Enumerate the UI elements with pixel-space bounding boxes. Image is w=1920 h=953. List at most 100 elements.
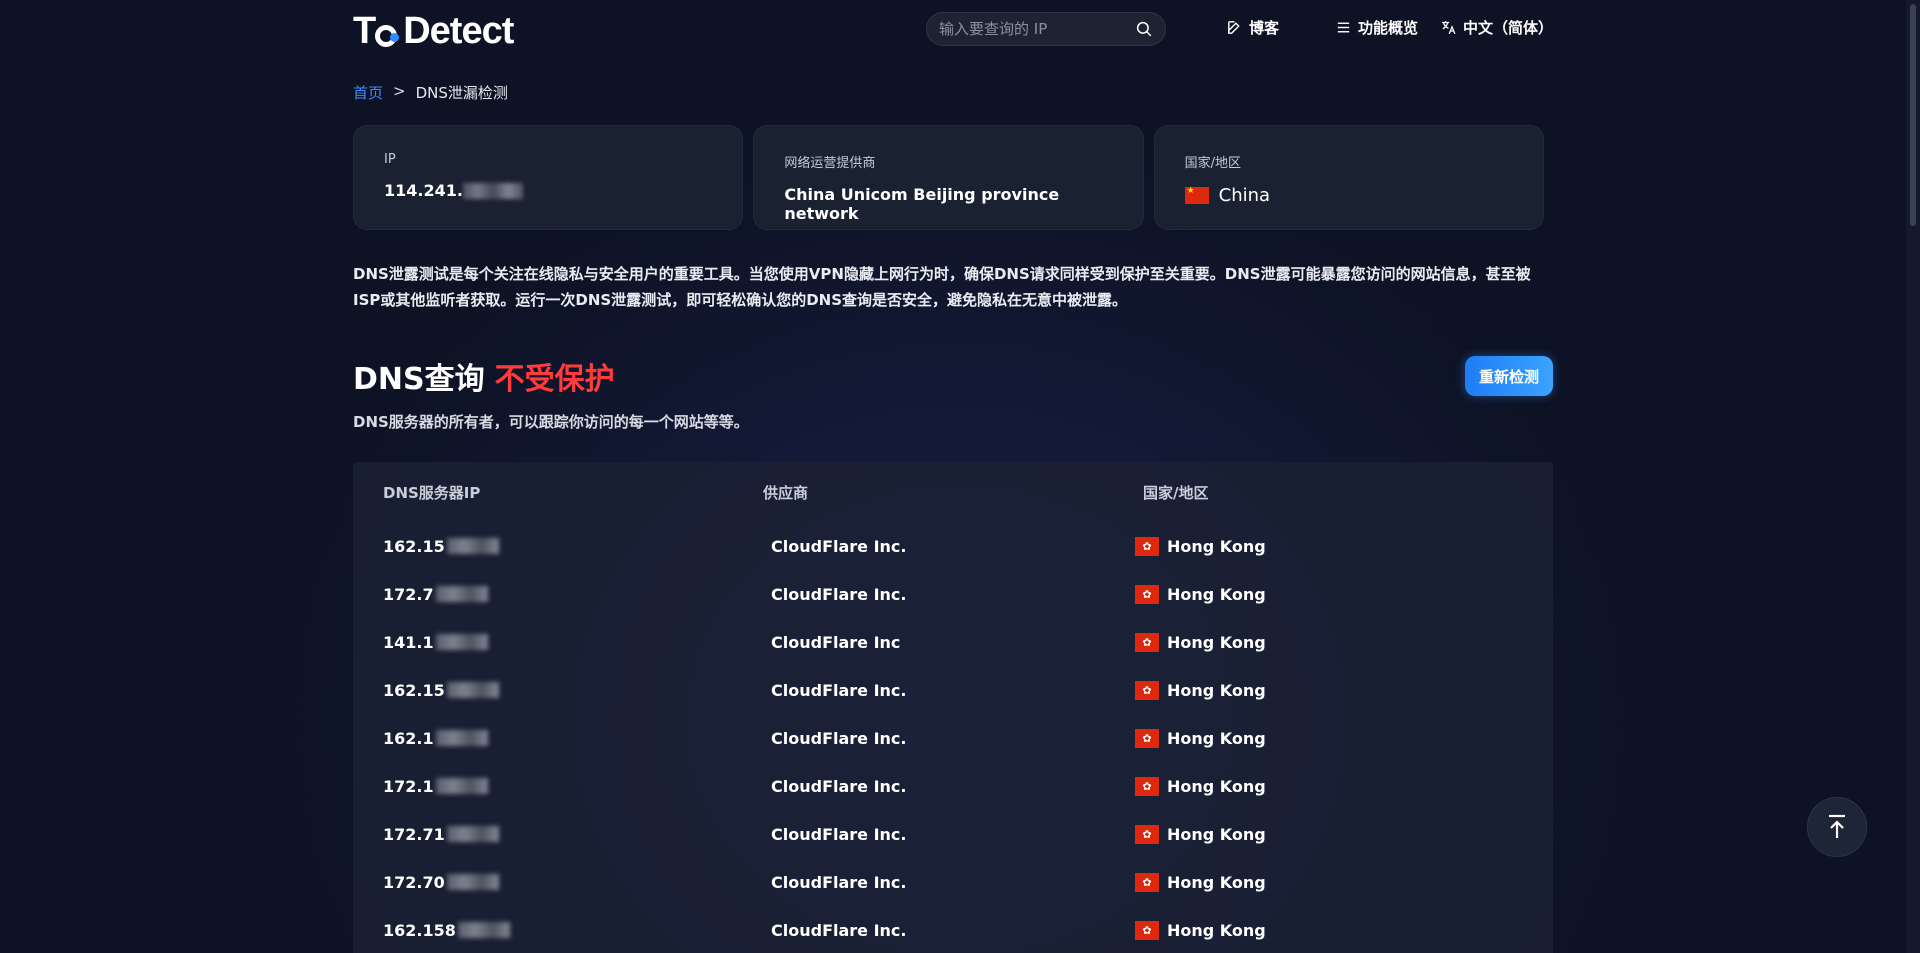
ip-redaction [462,182,523,199]
hk-flag-icon: ✿ [1135,680,1159,700]
isp-card-value: China Unicom Beijing province network [784,185,1060,223]
breadcrumb-home-link[interactable]: 首页 [353,82,383,103]
top-header: T Detect 博客 功能概览 中文（简体） [353,0,1553,66]
search-icon[interactable] [1135,20,1153,38]
nav-features-link[interactable]: 功能概览 [1335,17,1418,38]
dns-ip-cell: 172.70 [383,873,763,892]
country-cell: ✿ Hong Kong [1135,632,1535,652]
dns-ip-cell: 172.71 [383,825,763,844]
dns-section-title: DNS查询 不受保护 [353,354,615,398]
country-value: Hong Kong [1167,776,1266,796]
country-cell: ✿ Hong Kong [1135,584,1535,604]
hk-flag-icon: ✿ [1135,632,1159,652]
ip-card-value-row: 114.241. [384,181,712,200]
ip-redaction [446,538,499,554]
edit-icon [1228,21,1240,34]
dns-ip-value: 162.15 [383,680,445,700]
dns-ip-value: 172.1 [383,776,434,796]
nav-features-label: 功能概览 [1358,19,1419,37]
table-row: 162.15 CloudFlare Inc. ✿ Hong Kong [353,666,1553,714]
provider-cell: CloudFlare Inc. [771,776,907,796]
country-value: Hong Kong [1167,584,1266,604]
hk-flag-icon: ✿ [1135,728,1159,748]
ip-redaction [435,634,488,650]
hk-flag-icon: ✿ [1135,872,1159,892]
nav-blog-label: 博客 [1249,19,1280,37]
provider-cell: CloudFlare Inc. [771,536,907,556]
ip-redaction [446,874,499,890]
ip-search-box[interactable] [926,12,1166,46]
dns-ip-value: 172.71 [383,824,445,844]
logo-text-detect: Detect [403,10,514,52]
dns-ip-value: 162.158 [383,920,456,940]
country-cell: ✿ Hong Kong [1135,872,1535,892]
scrollbar-thumb[interactable] [1910,4,1916,226]
dns-ip-cell: 172.1 [383,777,763,796]
dns-title-text: DNS查询 [353,362,485,397]
provider-cell: CloudFlare Inc. [771,680,907,700]
ip-card-value: 114.241. [384,181,463,200]
country-cell: ✿ Hong Kong [1135,824,1535,844]
isp-card-label: 网络运营提供商 [784,156,876,171]
dns-ip-value: 162.1 [383,728,434,748]
logo-text-t: T [353,10,376,52]
table-row: 141.1 CloudFlare Inc ✿ Hong Kong [353,618,1553,666]
dns-ip-cell: 162.1 [383,729,763,748]
nav-blog-link[interactable]: 博客 [1226,17,1279,38]
isp-card: 网络运营提供商 China Unicom Beijing province ne… [753,125,1144,230]
dns-ip-cell: 162.15 [383,537,763,556]
provider-cell: CloudFlare Inc. [771,920,907,940]
dns-ip-cell: 162.15 [383,681,763,700]
table-row: 172.7 CloudFlare Inc. ✿ Hong Kong [353,570,1553,618]
dns-results-table: DNS服务器IP 供应商 国家/地区 162.15 CloudFlare Inc… [353,462,1553,953]
dns-ip-value: 172.7 [383,584,434,604]
dns-status-badge: 不受保护 [494,362,615,397]
menu-icon [1337,22,1350,33]
country-card: 国家/地区 China [1153,125,1544,230]
provider-cell: CloudFlare Inc. [771,872,907,892]
ip-redaction [457,922,510,938]
table-row: 162.15 CloudFlare Inc. ✿ Hong Kong [353,522,1553,570]
dns-ip-cell: 141.1 [383,633,763,652]
provider-cell: CloudFlare Inc [771,632,901,652]
provider-cell: CloudFlare Inc. [771,728,907,748]
table-row: 172.1 CloudFlare Inc. ✿ Hong Kong [353,762,1553,810]
site-logo[interactable]: T Detect [353,10,514,53]
dns-ip-cell: 172.7 [383,585,763,604]
country-value: Hong Kong [1167,920,1266,940]
language-label: 中文（简体） [1463,19,1554,37]
retest-button[interactable]: 重新检测 [1465,356,1553,396]
ip-redaction [446,682,499,698]
dns-ip-cell: 162.158 [383,921,763,940]
breadcrumb-current: DNS泄漏检测 [415,84,508,102]
country-value: Hong Kong [1167,824,1266,844]
country-cell: ✿ Hong Kong [1135,680,1535,700]
cn-flag-icon [1184,186,1209,204]
country-cell: ✿ Hong Kong [1135,728,1535,748]
dns-section-subtitle: DNS服务器的所有者，可以跟踪你访问的每一个网站等等。 [353,413,749,431]
ip-search-input[interactable] [939,20,1119,38]
header-provider: 供应商 [763,483,809,502]
ip-redaction [446,826,499,842]
language-switcher[interactable]: 中文（简体） [1440,17,1553,38]
country-value: Hong Kong [1167,632,1266,652]
page-scrollbar[interactable] [1906,0,1920,953]
provider-cell: CloudFlare Inc. [771,584,907,604]
table-row: 172.70 CloudFlare Inc. ✿ Hong Kong [353,858,1553,906]
ip-redaction [435,586,488,602]
translate-icon [1442,21,1456,35]
country-value: Hong Kong [1167,872,1266,892]
intro-paragraph: DNS泄露测试是每个关注在线隐私与安全用户的重要工具。当您使用VPN隐藏上网行为… [353,265,1531,309]
table-row: 172.71 CloudFlare Inc. ✿ Hong Kong [353,810,1553,858]
provider-cell: CloudFlare Inc. [771,824,907,844]
breadcrumb-separator: > [393,82,406,100]
ip-redaction [435,778,488,794]
table-row: 162.1 CloudFlare Inc. ✿ Hong Kong [353,714,1553,762]
dns-ip-value: 141.1 [383,632,434,652]
back-to-top-button[interactable] [1807,797,1867,857]
ip-card-label: IP [384,152,396,167]
table-header: DNS服务器IP 供应商 国家/地区 [353,462,1553,522]
ip-redaction [435,730,488,746]
page-container: T Detect 博客 功能概览 中文（简体） 首页 > DNS泄漏检测 IP 1… [353,0,1553,953]
ip-card: IP 114.241. [353,125,744,230]
